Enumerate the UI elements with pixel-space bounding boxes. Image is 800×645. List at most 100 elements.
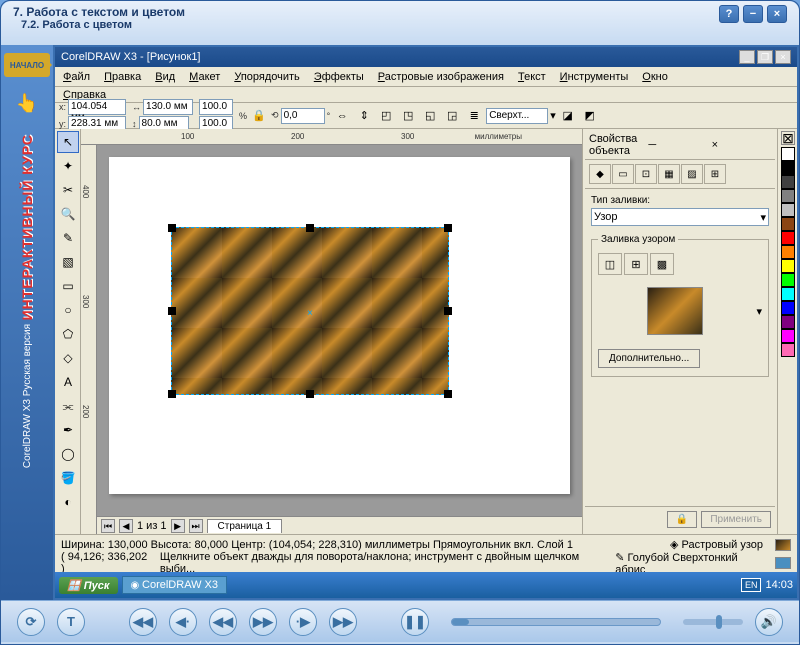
outline-tool[interactable]: ◯ xyxy=(57,443,79,465)
rotation-input[interactable]: 0,0 xyxy=(281,108,325,124)
color-swatch[interactable] xyxy=(781,147,795,161)
width-input[interactable]: 130.0 мм xyxy=(143,99,193,115)
corner-bl-icon[interactable]: ◱ xyxy=(420,106,440,126)
help-button[interactable]: ? xyxy=(719,5,739,23)
pattern-preview[interactable] xyxy=(647,287,703,335)
mute-button[interactable]: 🔊 xyxy=(755,608,783,636)
selected-rectangle[interactable]: × xyxy=(171,227,449,395)
color-swatch[interactable] xyxy=(781,343,795,357)
advanced-button[interactable]: Дополнительно... xyxy=(598,349,700,368)
taskbar-app-button[interactable]: ◉ CorelDRAW X3 xyxy=(122,576,228,594)
app-restore-button[interactable]: ❐ xyxy=(757,50,773,64)
apply-button[interactable]: Применить xyxy=(701,511,771,528)
polygon-tool[interactable]: ⬠ xyxy=(57,323,79,345)
page-tab[interactable]: Страница 1 xyxy=(207,519,283,533)
rewind-button[interactable]: ◀· xyxy=(169,608,197,636)
docker-collapse-button[interactable]: ─ xyxy=(644,139,707,151)
wrap-text-button[interactable]: ≣ xyxy=(464,106,484,126)
progress-bar[interactable] xyxy=(451,618,661,626)
repeat-button[interactable]: ⟳ xyxy=(17,608,45,636)
basic-shapes-tool[interactable]: ◇ xyxy=(57,347,79,369)
app-minimize-button[interactable]: _ xyxy=(739,50,755,64)
pattern-fullcolor-button[interactable]: ⊞ xyxy=(624,253,648,275)
menu-tools[interactable]: Инструменты xyxy=(560,71,629,83)
text-mode-button[interactable]: T xyxy=(57,608,85,636)
menu-window[interactable]: Окно xyxy=(642,71,668,83)
to-front-button[interactable]: ◪ xyxy=(558,106,578,126)
menu-arrange[interactable]: Упорядочить xyxy=(234,71,299,83)
app-close-button[interactable]: × xyxy=(775,50,791,64)
color-swatch[interactable] xyxy=(781,161,795,175)
handle-top[interactable] xyxy=(306,224,314,232)
scale-x-input[interactable]: 100.0 xyxy=(199,99,233,115)
color-swatch[interactable] xyxy=(781,203,795,217)
interactive-fill-tool[interactable]: ◐ xyxy=(57,491,79,513)
handle-right[interactable] xyxy=(444,307,452,315)
color-swatch[interactable] xyxy=(781,301,795,315)
docker-tab-3[interactable]: ⊡ xyxy=(635,164,657,184)
color-swatch[interactable] xyxy=(781,315,795,329)
pattern-2color-button[interactable]: ◫ xyxy=(598,253,622,275)
corner-tr-icon[interactable]: ◳ xyxy=(398,106,418,126)
docker-tab-fill[interactable]: ◆ xyxy=(589,164,611,184)
text-tool[interactable]: A xyxy=(57,371,79,393)
forward-button[interactable]: ·▶ xyxy=(289,608,317,636)
docker-tab-outline[interactable]: ▭ xyxy=(612,164,634,184)
mirror-v-button[interactable]: ⇕ xyxy=(354,106,374,126)
fill-type-combo[interactable]: Узор ▾ xyxy=(591,208,769,226)
handle-top-right[interactable] xyxy=(444,224,452,232)
prev-chapter-button[interactable]: ◀◀ xyxy=(129,608,157,636)
outline-dropdown-icon[interactable]: ▾ xyxy=(550,109,556,122)
handle-bottom[interactable] xyxy=(306,390,314,398)
blend-tool[interactable]: ⫘ xyxy=(57,395,79,417)
pick-tool[interactable]: ↖ xyxy=(57,131,79,153)
color-swatch[interactable] xyxy=(781,273,795,287)
color-swatch[interactable] xyxy=(781,259,795,273)
pattern-dropdown-icon[interactable]: ▾ xyxy=(756,305,762,318)
color-swatch[interactable] xyxy=(781,175,795,189)
docker-tab-6[interactable]: ⊞ xyxy=(704,164,726,184)
prev-page-button[interactable]: ◀ xyxy=(119,519,133,533)
corner-tl-icon[interactable]: ◰ xyxy=(376,106,396,126)
color-swatch[interactable] xyxy=(781,189,795,203)
minimize-button[interactable]: − xyxy=(743,5,763,23)
no-color-swatch[interactable]: ⊠ xyxy=(781,131,795,145)
docker-tab-4[interactable]: ▦ xyxy=(658,164,680,184)
first-page-button[interactable]: ⏮ xyxy=(101,519,115,533)
next-chapter-button[interactable]: ▶▶ xyxy=(329,608,357,636)
handle-bottom-left[interactable] xyxy=(168,390,176,398)
docker-tab-5[interactable]: ▨ xyxy=(681,164,703,184)
fill-tool[interactable]: 🪣 xyxy=(57,467,79,489)
outline-combo[interactable]: Сверхт... xyxy=(486,108,548,124)
smart-fill-tool[interactable]: ▧ xyxy=(57,251,79,273)
docker-close-button[interactable]: × xyxy=(708,139,771,151)
menu-edit[interactable]: Правка xyxy=(104,71,141,83)
rectangle-tool[interactable]: ▭ xyxy=(57,275,79,297)
pattern-bitmap-button[interactable]: ▩ xyxy=(650,253,674,275)
ellipse-tool[interactable]: ○ xyxy=(57,299,79,321)
step-fwd-button[interactable]: ▶▶ xyxy=(249,608,277,636)
handle-top-left[interactable] xyxy=(168,224,176,232)
color-swatch[interactable] xyxy=(781,231,795,245)
x-input[interactable]: 104.054 мм xyxy=(68,99,126,115)
drawing-page[interactable]: × ⏮ ◀ 1 из 1 ▶ ⏭ Страница 1 xyxy=(97,145,582,534)
mirror-h-button[interactable]: ⇔ xyxy=(332,106,352,126)
menu-layout[interactable]: Макет xyxy=(189,71,220,83)
start-chapter-button[interactable]: НАЧАЛО xyxy=(4,53,50,77)
menu-bitmaps[interactable]: Растровые изображения xyxy=(378,71,504,83)
menu-text[interactable]: Текст xyxy=(518,71,546,83)
lock-button[interactable]: 🔒 xyxy=(667,511,697,528)
step-back-button[interactable]: ◀◀ xyxy=(209,608,237,636)
pause-button[interactable]: ❚❚ xyxy=(401,608,429,636)
shape-tool[interactable]: ✦ xyxy=(57,155,79,177)
handle-left[interactable] xyxy=(168,307,176,315)
start-button[interactable]: 🪟 Пуск xyxy=(59,577,118,594)
freehand-tool[interactable]: ✎ xyxy=(57,227,79,249)
menu-effects[interactable]: Эффекты xyxy=(314,71,364,83)
close-button[interactable]: × xyxy=(767,5,787,23)
next-page-button[interactable]: ▶ xyxy=(171,519,185,533)
to-back-button[interactable]: ◩ xyxy=(580,106,600,126)
handle-bottom-right[interactable] xyxy=(444,390,452,398)
color-swatch[interactable] xyxy=(781,217,795,231)
eyedropper-tool[interactable]: ✒ xyxy=(57,419,79,441)
